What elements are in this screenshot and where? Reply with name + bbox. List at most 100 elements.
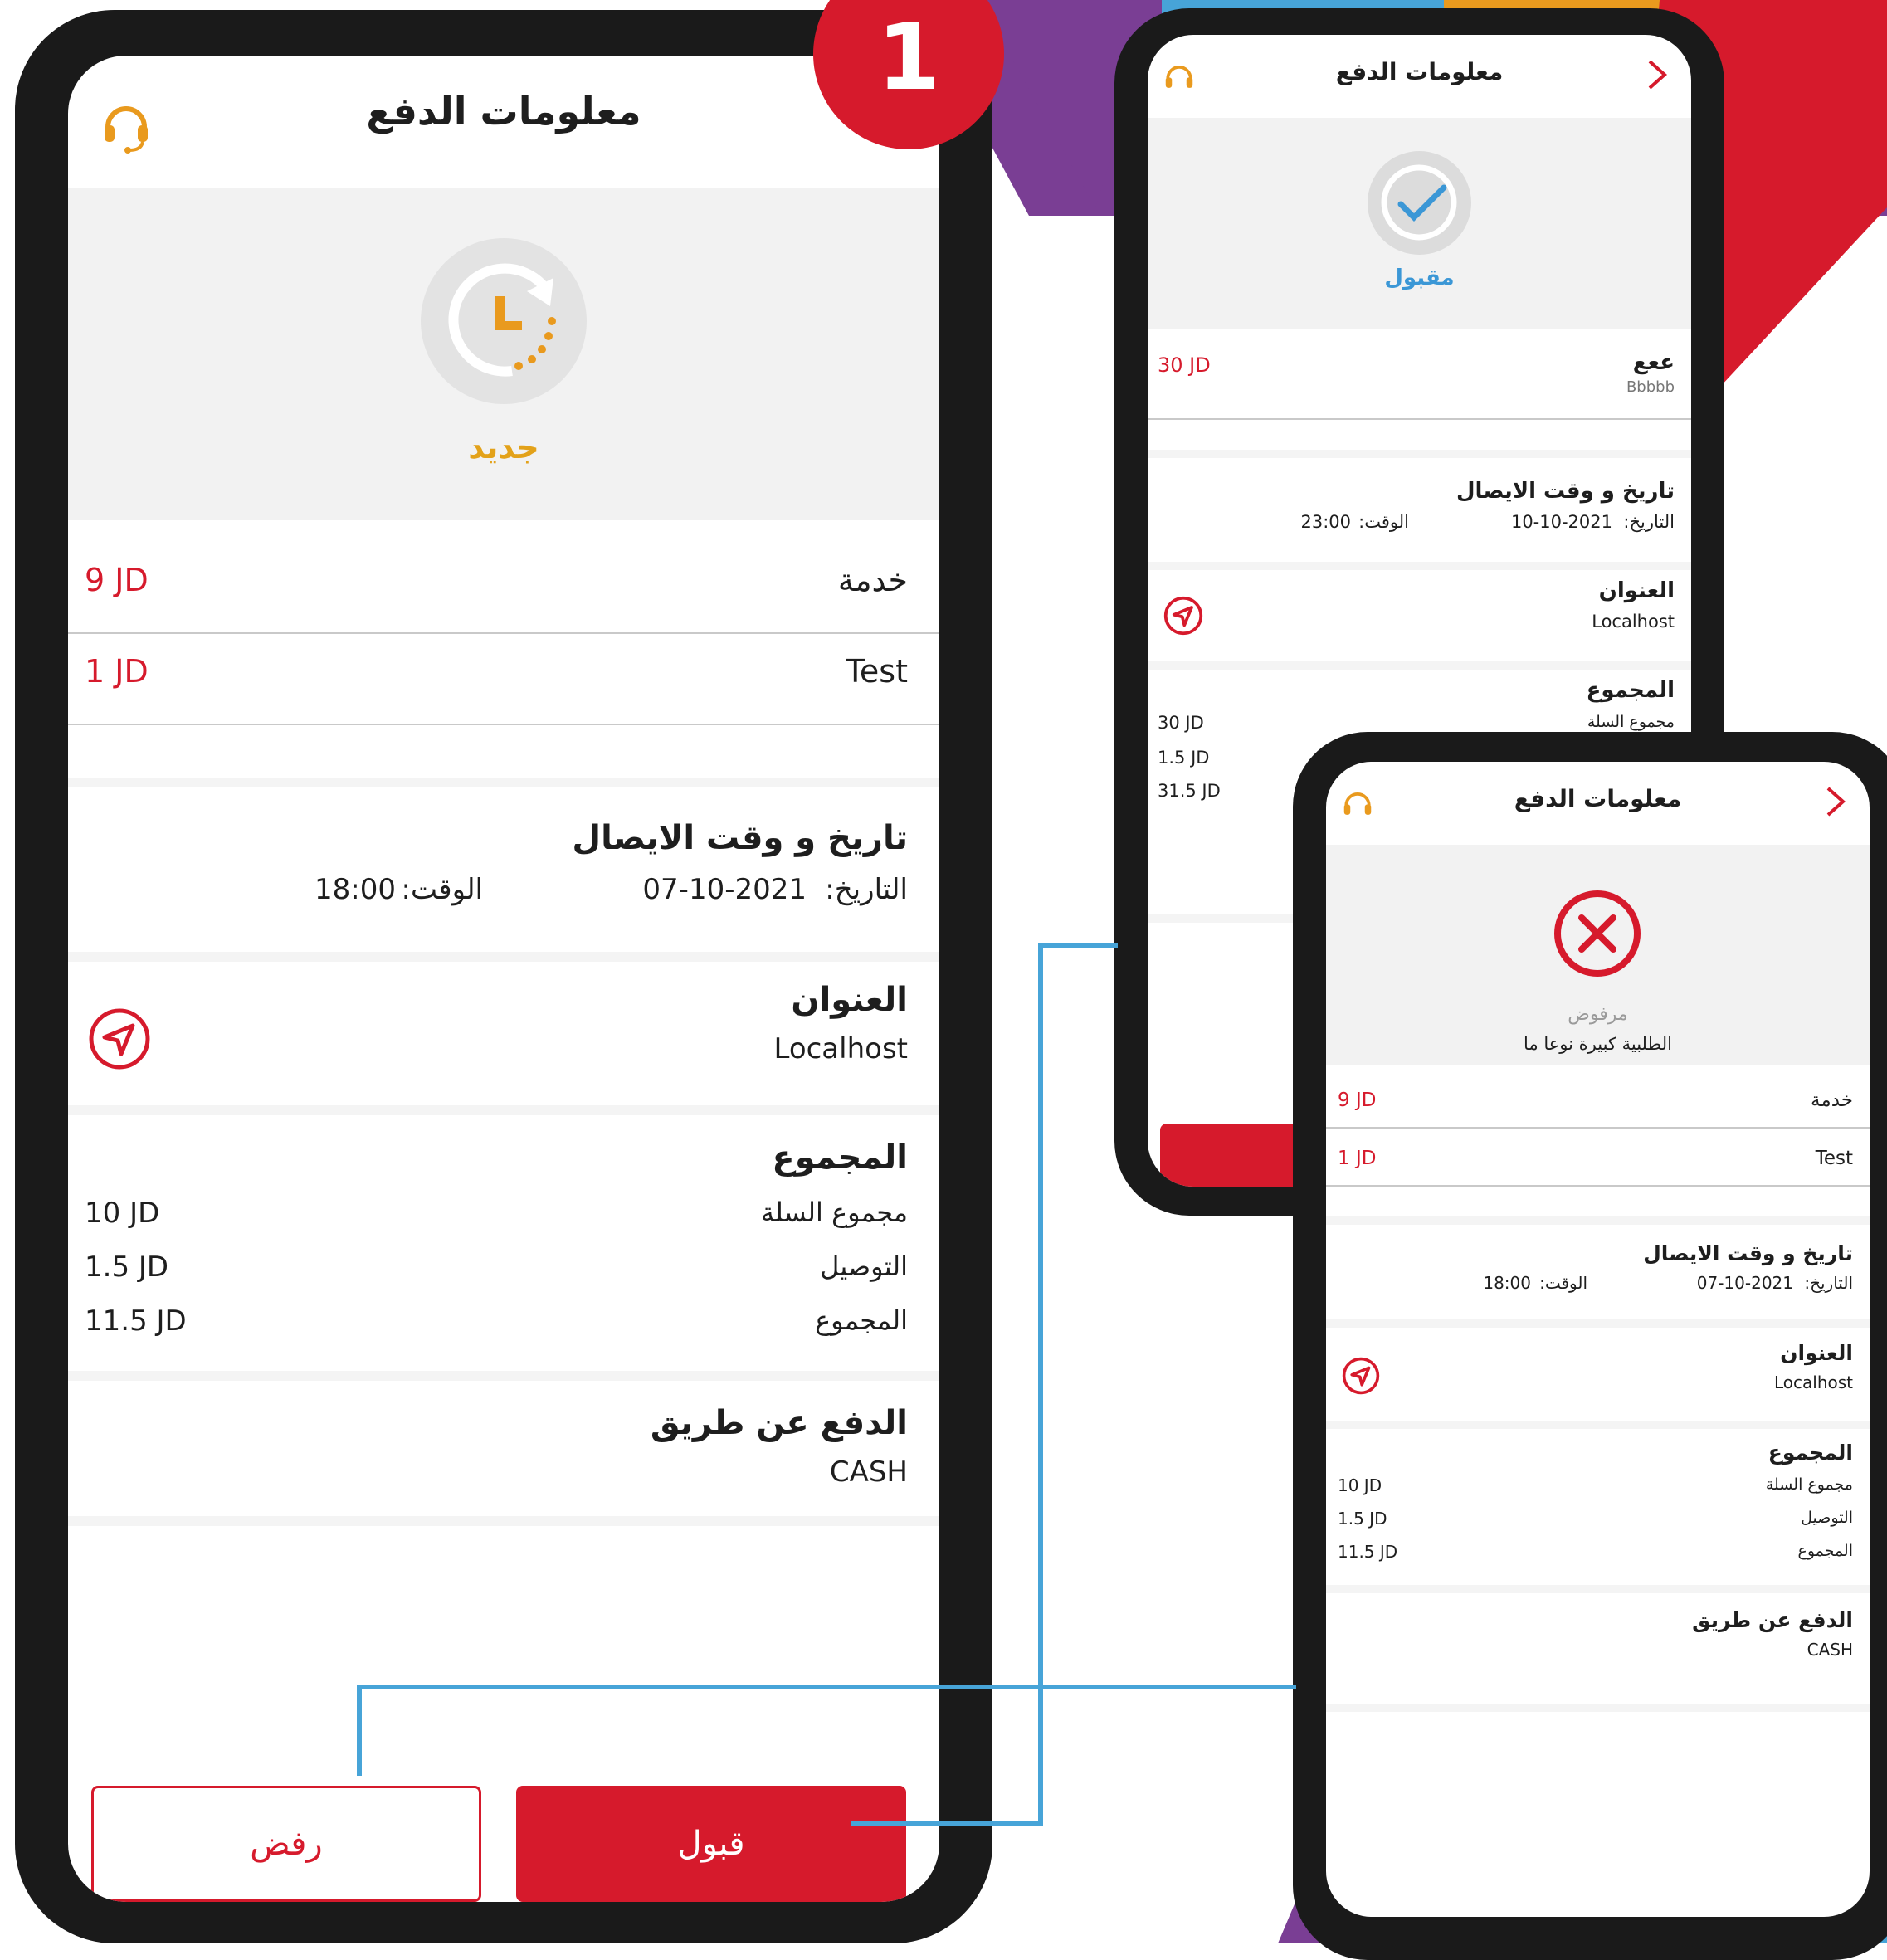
navigation-icon[interactable]	[1341, 1356, 1381, 1399]
cart-item-row: خدمة 9 JD	[1326, 1090, 1870, 1123]
cart-item-row: ععع Bbbbb 30 JD	[1148, 350, 1691, 417]
address-value: Localhost	[1592, 612, 1675, 631]
delivery-heading: تاريخ و وقت الايصال	[572, 819, 908, 857]
item-price: 30 JD	[1158, 353, 1211, 377]
totals-value: 11.5 JD	[85, 1304, 187, 1338]
totals-label: التوصيل	[820, 1251, 908, 1282]
chevron-right-icon[interactable]	[1646, 58, 1668, 95]
totals-value: 10 JD	[85, 1197, 160, 1230]
totals-label: المجموع	[1797, 1542, 1853, 1560]
spacer-band	[1148, 661, 1691, 670]
item-name: خدمة	[1811, 1090, 1853, 1111]
totals-value: 1.5 JD	[1158, 748, 1210, 768]
totals-label: التوصيل	[1801, 1509, 1853, 1527]
spacer-band	[1326, 1216, 1870, 1225]
item-price: 9 JD	[85, 562, 149, 598]
address-heading: العنوان	[1598, 578, 1675, 603]
divider	[68, 632, 939, 634]
page-title: معلومات الدفع	[1514, 785, 1682, 812]
main-screen: معلومات الدفع جديد خدمة 9 JD Test 1 JD ت…	[68, 56, 939, 1902]
address-value: Localhost	[1773, 1372, 1853, 1392]
headset-icon[interactable]	[1341, 787, 1374, 826]
navigation-icon[interactable]	[1163, 595, 1204, 640]
delivery-heading: تاريخ و وقت الايصال	[1643, 1241, 1853, 1265]
navigation-icon[interactable]	[86, 1006, 153, 1075]
chevron-right-icon[interactable]	[1825, 785, 1846, 822]
totals-value: 31.5 JD	[1158, 781, 1221, 801]
payment-section: الدفع عن طريق CASH	[68, 1404, 939, 1512]
connector-accept-v	[1038, 943, 1043, 1826]
delivery-time: 18:00	[1483, 1273, 1531, 1293]
divider	[1326, 1127, 1870, 1129]
connector-reject-h	[357, 1685, 1296, 1689]
totals-label: المجموع	[815, 1304, 908, 1336]
main-phone: معلومات الدفع جديد خدمة 9 JD Test 1 JD ت…	[15, 10, 992, 1943]
headset-icon[interactable]	[1163, 60, 1196, 100]
step-badge-number: 1	[876, 4, 941, 110]
divider	[68, 724, 939, 725]
status-section: مرفوض الطلبية كبيرة نوعا ما	[1326, 845, 1870, 1065]
delivery-time: 18:00	[314, 873, 396, 906]
cart-item-row: Test 1 JD	[68, 653, 939, 703]
totals-value: 1.5 JD	[85, 1251, 169, 1284]
spacer-band	[1148, 450, 1691, 458]
totals-section: المجموع مجموع السلة 10 JD التوصيل 1.5 JD…	[1326, 1441, 1870, 1582]
address-section: العنوان Localhost	[1148, 578, 1691, 653]
address-heading: العنوان	[791, 981, 908, 1019]
payment-heading: الدفع عن طريق	[650, 1404, 908, 1442]
delivery-date-label: التاريخ:	[1623, 512, 1675, 532]
rejected-header: معلومات الدفع	[1326, 762, 1870, 836]
delivery-heading: تاريخ و وقت الايصال	[1456, 479, 1675, 504]
spacer-band	[68, 1516, 939, 1526]
delivery-date-label: التاريخ:	[825, 873, 908, 906]
reject-button[interactable]: رفض	[91, 1786, 481, 1902]
delivery-time: 23:00	[1300, 512, 1351, 532]
rejected-phone: معلومات الدفع مرفوض الطلبية كبيرة نوعا م…	[1293, 732, 1887, 1960]
address-heading: العنوان	[1780, 1341, 1853, 1365]
payment-section: الدفع عن طريق CASH	[1326, 1608, 1870, 1675]
spacer-band	[68, 778, 939, 787]
delivery-section: تاريخ و وقت الايصال التاريخ: 10-10-2021 …	[1148, 479, 1691, 553]
main-header: معلومات الدفع	[68, 56, 939, 180]
totals-section: المجموع مجموع السلة 10 JD التوصيل 1.5 JD…	[68, 1138, 939, 1387]
divider	[1326, 1185, 1870, 1187]
connector-reject-v	[357, 1685, 362, 1776]
check-icon	[1368, 151, 1471, 255]
spacer-band	[1326, 1421, 1870, 1429]
status-label: جديد	[468, 429, 539, 466]
spacer-band	[1326, 1704, 1870, 1712]
totals-label: مجموع السلة	[1765, 1475, 1853, 1494]
delivery-date: 10-10-2021	[1510, 512, 1612, 532]
status-section: مقبول	[1148, 118, 1691, 329]
divider	[1148, 418, 1691, 420]
status-section: جديد	[68, 188, 939, 520]
payment-heading: الدفع عن طريق	[1692, 1608, 1853, 1632]
status-label: مرفوض	[1568, 1004, 1628, 1025]
totals-label: مجموع السلة	[1587, 713, 1675, 731]
delivery-time-label: الوقت:	[1358, 512, 1409, 532]
delivery-section: تاريخ و وقت الايصال التاريخ: 07-10-2021 …	[68, 819, 939, 935]
item-name: ععع	[1632, 350, 1675, 375]
reject-button-label: رفض	[250, 1825, 323, 1863]
spacer-band	[1326, 1585, 1870, 1593]
rejection-reason: الطلبية كبيرة نوعا ما	[1524, 1034, 1672, 1054]
address-section: العنوان Localhost	[68, 981, 939, 1089]
accept-button-label: قبول	[677, 1825, 745, 1863]
connector-accept-h2	[1038, 943, 1118, 948]
delivery-section: تاريخ و وقت الايصال التاريخ: 07-10-2021 …	[1326, 1241, 1870, 1316]
delivery-time-label: الوقت:	[1539, 1273, 1587, 1293]
spacer-band	[68, 1371, 939, 1381]
accept-button[interactable]: قبول	[516, 1786, 906, 1902]
totals-label: مجموع السلة	[760, 1197, 908, 1228]
cart-item-row: Test 1 JD	[1326, 1148, 1870, 1181]
close-circle-icon	[1550, 886, 1646, 982]
headset-icon[interactable]	[100, 97, 153, 158]
totals-value: 11.5 JD	[1338, 1542, 1398, 1562]
page-title: معلومات الدفع	[1335, 58, 1504, 85]
totals-heading: المجموع	[1586, 678, 1675, 703]
item-price: 1 JD	[85, 653, 149, 690]
totals-value: 1.5 JD	[1338, 1509, 1387, 1529]
delivery-time-label: الوقت:	[401, 873, 483, 906]
payment-value: CASH	[829, 1455, 908, 1489]
address-value: Localhost	[773, 1032, 908, 1065]
